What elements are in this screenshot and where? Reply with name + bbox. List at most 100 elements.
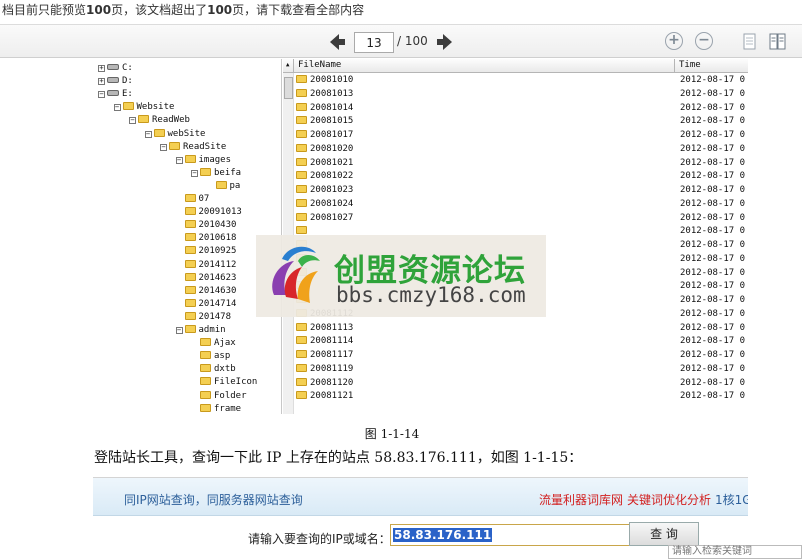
file-name-text: 20081013 (310, 88, 354, 99)
tree-node-label: asp (214, 351, 231, 362)
file-row[interactable]: 20081021 2012-08-17 0 (296, 157, 748, 171)
traffic-tool-link[interactable]: 流量利器词库网 (539, 491, 623, 508)
tree-expander-icon[interactable]: − (144, 130, 152, 138)
file-row[interactable]: 20081015 2012-08-17 0 (296, 115, 748, 129)
file-row[interactable]: 20081121 2012-08-17 0 (296, 390, 748, 404)
file-name-text: 20081010 (310, 75, 354, 85)
tree-node[interactable]: Ajax (191, 337, 236, 349)
file-row[interactable]: 20081027 2012-08-17 0 (296, 212, 748, 226)
file-row-time: 2012-08-17 0 (680, 102, 746, 113)
tree-node[interactable]: Folder (191, 390, 247, 402)
tree-node[interactable]: − ReadSite (160, 141, 226, 153)
file-row-time: 2012-08-17 0 (680, 116, 746, 127)
tree-node[interactable]: − images (175, 154, 231, 166)
tree-node-label: 2014623 (198, 272, 237, 283)
file-row[interactable]: 20081022 2012-08-17 0 (296, 170, 748, 184)
zoom-in-button[interactable]: + (665, 32, 683, 50)
tree-node[interactable]: asp (191, 350, 230, 362)
folder-icon (296, 322, 307, 331)
hosting-ad-link[interactable]: 1核1G (715, 491, 748, 508)
folder-icon (296, 171, 307, 180)
zoom-out-button[interactable]: − (695, 32, 713, 50)
tree-node[interactable]: pa (207, 180, 240, 192)
file-row-time: 2012-08-17 0 (680, 240, 746, 250)
tree-expander-icon[interactable]: − (160, 143, 167, 151)
tree-node[interactable]: 20091013 (176, 206, 242, 218)
single-page-view-icon[interactable] (741, 33, 758, 50)
keyword-analysis-link[interactable]: 关键词优化分析 (627, 491, 711, 508)
tree-node-label: 2014112 (198, 259, 237, 270)
file-row[interactable]: 20081023 2012-08-17 0 (296, 184, 748, 198)
tree-node[interactable]: 2014630 (176, 285, 236, 297)
file-row[interactable]: 20081114 2012-08-17 0 (296, 335, 748, 349)
tree-expander-icon[interactable]: + (98, 65, 105, 72)
folder-icon (169, 141, 180, 150)
tree-node[interactable]: 2010430 (176, 219, 237, 231)
notice-text-suffix: 页，请下载查看全部内容 (232, 3, 365, 17)
tree-node[interactable]: FileIcon (191, 376, 257, 388)
tree-expander-icon[interactable]: + (98, 78, 105, 86)
tree-node[interactable]: − beifa (191, 167, 241, 179)
previous-page-icon[interactable] (328, 33, 346, 51)
next-page-icon[interactable] (436, 33, 454, 51)
tree-node[interactable]: 2010618 (176, 232, 236, 244)
file-row-time: 2012-08-17 0 (680, 75, 746, 85)
preview-limit-notice: 档目前只能预览100页，该文档超出了100页，请下载查看全部内容 (0, 0, 802, 24)
file-row[interactable]: 20081117 2012-08-17 0 (296, 349, 748, 363)
tree-node[interactable]: 07 (176, 193, 209, 205)
file-row[interactable]: 20081119 2012-08-17 0 (296, 363, 748, 377)
double-page-view-icon[interactable] (769, 33, 786, 50)
folder-icon (296, 130, 307, 138)
tree-node[interactable]: 2010925 (176, 245, 237, 257)
file-row[interactable]: 20081020 2012-08-17 0 (296, 143, 748, 157)
filename-column-header: FileName (294, 59, 675, 73)
file-row[interactable]: 20081113 2012-08-17 0 (296, 322, 748, 336)
file-row-name: 20081017 (296, 129, 353, 143)
file-row-time: 2012-08-17 0 (680, 157, 746, 168)
tree-node-label: 2010430 (198, 220, 237, 231)
tree-node[interactable]: dxtb (191, 363, 236, 375)
tree-expander-icon[interactable]: − (175, 156, 183, 164)
page-number-input[interactable] (354, 32, 394, 53)
file-row[interactable]: 20081017 2012-08-17 0 (296, 129, 748, 143)
tree-node[interactable]: 2014112 (176, 259, 237, 271)
tree-node[interactable]: + D: (98, 75, 133, 87)
query-button[interactable]: 查 询 (629, 522, 699, 546)
file-row[interactable]: 20081010 2012-08-17 0 (296, 74, 748, 88)
tree-node[interactable]: 2014714 (176, 298, 236, 310)
tree-expander-icon[interactable]: − (191, 169, 198, 177)
tree-node[interactable]: − admin (175, 324, 226, 336)
tree-node[interactable]: 2014623 (176, 272, 237, 284)
file-row[interactable]: 20081014 2012-08-17 0 (296, 102, 748, 116)
file-row[interactable]: 20081024 2012-08-17 0 (296, 198, 748, 212)
scrollbar-thumb (284, 77, 293, 99)
file-row-time: 2012-08-17 0 (680, 143, 746, 154)
tree-node[interactable]: − Website (113, 101, 174, 113)
file-name-text: 20081113 (310, 322, 354, 333)
file-row[interactable]: 20081120 2012-08-17 0 (296, 377, 748, 391)
folder-icon (296, 143, 307, 152)
folder-icon (184, 194, 196, 202)
tree-node[interactable]: − webSite (144, 128, 206, 140)
file-row-name: 20081120 (296, 377, 353, 391)
tree-node[interactable]: − E: (98, 88, 133, 100)
tree-node-label: 2010925 (198, 246, 237, 257)
folder-icon (296, 391, 307, 400)
tree-node-label: webSite (167, 128, 206, 139)
file-name-text: 20081022 (310, 171, 354, 182)
tree-expander-icon[interactable]: − (175, 327, 183, 334)
tree-node-label: beifa (214, 167, 242, 178)
figure-caption: 图 1-1-14 (364, 427, 420, 441)
folder-icon (215, 180, 227, 189)
tree-node[interactable]: 201478 (176, 311, 231, 323)
forum-logo-icon (272, 246, 320, 303)
file-row-time: 2012-08-17 0 (680, 88, 746, 99)
tree-expander-icon[interactable]: − (129, 117, 136, 125)
file-row[interactable]: 20081013 2012-08-17 0 (296, 88, 748, 102)
tree-expander-icon[interactable]: − (98, 91, 105, 99)
search-keyword-input[interactable]: 请输入检索关键词 (668, 545, 802, 559)
tree-node[interactable]: frame (191, 403, 241, 414)
tree-expander-icon[interactable]: − (113, 104, 121, 112)
tree-node[interactable]: − ReadWeb (129, 114, 190, 126)
tree-node[interactable]: + C: (98, 62, 133, 74)
